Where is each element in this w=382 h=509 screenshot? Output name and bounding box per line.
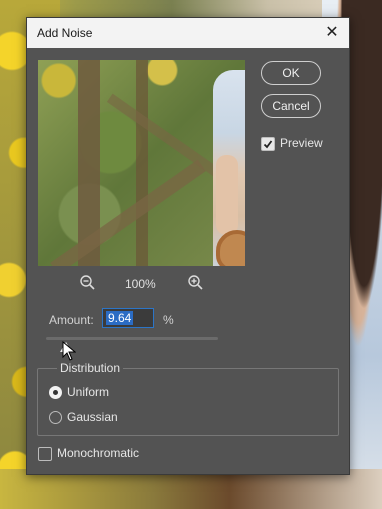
zoom-out-icon[interactable] xyxy=(79,274,97,292)
preview-checkbox[interactable] xyxy=(261,137,275,151)
gaussian-radio[interactable] xyxy=(49,411,62,424)
preview-label: Preview xyxy=(280,136,323,150)
amount-input[interactable]: 9.64 xyxy=(102,308,154,328)
zoom-level: 100% xyxy=(125,277,156,291)
amount-unit: % xyxy=(163,313,174,327)
zoom-in-icon[interactable] xyxy=(187,274,205,292)
mouse-pointer-icon xyxy=(62,341,76,361)
distribution-legend: Distribution xyxy=(57,361,124,375)
distribution-group xyxy=(37,368,339,436)
close-icon[interactable]: ✕ xyxy=(321,22,343,44)
uniform-label[interactable]: Uniform xyxy=(67,385,109,399)
dialog-title: Add Noise xyxy=(37,26,93,40)
amount-value: 9.64 xyxy=(106,311,134,325)
zoom-controls: 100% xyxy=(79,274,209,294)
monochromatic-label: Monochromatic xyxy=(57,446,140,460)
cancel-button[interactable]: Cancel xyxy=(261,94,321,118)
checkmark-icon xyxy=(263,140,273,149)
gaussian-label[interactable]: Gaussian xyxy=(67,410,118,424)
monochromatic-checkbox[interactable] xyxy=(38,447,52,461)
background-bottom xyxy=(0,469,382,509)
add-noise-dialog: Add Noise ✕ 100% OK Cancel Preview Amoun… xyxy=(26,17,350,475)
dialog-titlebar[interactable]: Add Noise ✕ xyxy=(27,18,349,48)
ok-button[interactable]: OK xyxy=(261,61,321,85)
amount-slider-track[interactable] xyxy=(46,337,218,340)
uniform-radio[interactable] xyxy=(49,386,62,399)
amount-label: Amount: xyxy=(49,313,94,327)
preview-image[interactable] xyxy=(38,60,245,266)
